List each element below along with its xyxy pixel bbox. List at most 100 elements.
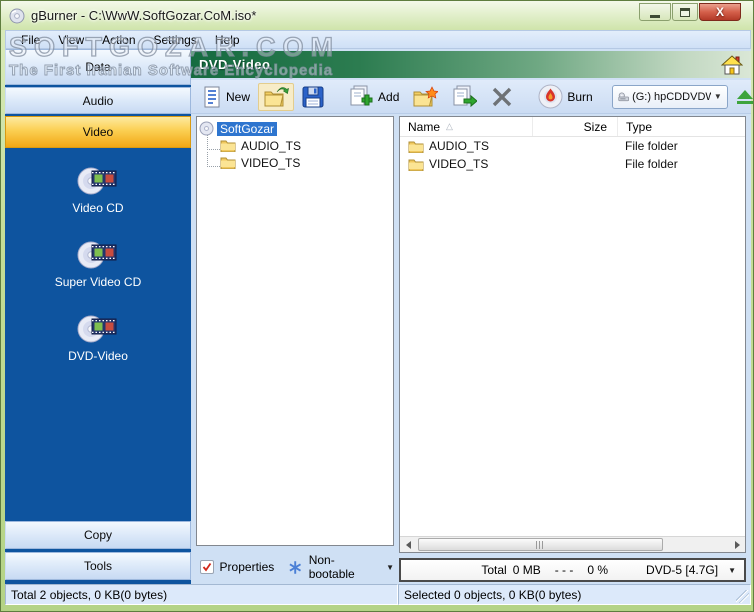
menu-file[interactable]: File: [12, 32, 49, 48]
new-folder-button[interactable]: [407, 83, 443, 111]
file-type: File folder: [625, 139, 678, 153]
column-header-name[interactable]: Name △: [400, 120, 532, 134]
folder-icon: [220, 140, 236, 152]
horizontal-scrollbar[interactable]: [400, 536, 745, 552]
toolbar: New Add Burn (G:) hpCDDVDW ▼: [191, 80, 753, 114]
sidebar-item-copy[interactable]: Copy: [5, 521, 191, 549]
sidebar-tools-label: Tools: [83, 559, 112, 573]
compilation-tree: SoftGozar AUDIO_TS VIDEO_TS: [196, 116, 394, 546]
delete-button[interactable]: [485, 82, 519, 112]
tree-video-ts-label[interactable]: VIDEO_TS: [241, 156, 300, 170]
title-bar[interactable]: gBurner - C:\WwW.SoftGozar.CoM.iso* X: [1, 1, 753, 30]
menu-help[interactable]: Help: [206, 32, 249, 48]
home-icon: [721, 54, 743, 74]
properties-check-icon: [200, 560, 214, 574]
open-folder-icon: [264, 86, 289, 106]
properties-row: Properties Non-bootable ▼: [196, 552, 394, 582]
new-folder-icon: [413, 85, 439, 106]
status-total: Total 2 objects, 0 KB(0 bytes): [5, 584, 398, 605]
tree-audio-ts-label[interactable]: AUDIO_TS: [241, 139, 301, 153]
new-document-icon: [204, 86, 220, 107]
drive-icon: [618, 91, 629, 101]
tree-child-row[interactable]: VIDEO_TS: [199, 151, 391, 171]
file-row-video-ts[interactable]: VIDEO_TS File folder: [400, 155, 745, 173]
open-button[interactable]: [258, 82, 295, 111]
add-files-button[interactable]: Add: [343, 82, 404, 112]
column-header-type[interactable]: Type: [617, 117, 742, 136]
status-selected: Selected 0 objects, 0 KB(0 bytes): [398, 584, 751, 605]
drive-selector[interactable]: (G:) hpCDDVDW TS- ▼: [611, 84, 728, 109]
boot-mode-selector[interactable]: Non-bootable: [309, 553, 378, 581]
video-cd-icon: [77, 167, 117, 195]
new-button[interactable]: New: [197, 83, 255, 111]
tree-child-row[interactable]: AUDIO_TS: [199, 134, 391, 154]
main-panel: DVD-Video New Add Burn (G:) hpCDDVDW ▼ S…: [191, 49, 753, 584]
sidebar-item-audio[interactable]: Audio: [5, 87, 191, 114]
tree-connector: [207, 151, 220, 167]
burn-button-label: Burn: [567, 89, 593, 104]
sidebar-video-label: Video: [82, 125, 114, 139]
column-header-size[interactable]: Size: [532, 117, 617, 136]
sidebar-item-tools[interactable]: Tools: [5, 552, 191, 580]
properties-button[interactable]: Properties: [220, 560, 275, 574]
maximize-icon: [680, 7, 690, 17]
window-title: gBurner - C:\WwW.SoftGozar.CoM.iso*: [31, 8, 257, 23]
extract-button[interactable]: [446, 82, 482, 112]
scroll-right-button[interactable]: [729, 537, 745, 552]
file-row-audio-ts[interactable]: AUDIO_TS File folder: [400, 137, 745, 155]
disc-capacity-bar: Total 0 MB - - - 0 % DVD-5 [4.7G] ▼: [399, 558, 746, 582]
save-button[interactable]: [297, 83, 329, 111]
tree-root-label[interactable]: SoftGozar: [217, 121, 278, 136]
file-name: VIDEO_TS: [429, 157, 489, 171]
sidebar-copy-label: Copy: [83, 528, 112, 542]
add-files-icon: [350, 85, 373, 105]
status-bar: Total 2 objects, 0 KB(0 bytes) Selected …: [5, 584, 751, 605]
video-cd-item[interactable]: Video CD: [72, 164, 124, 215]
eject-icon-bar: [736, 100, 753, 104]
disc-type-value[interactable]: DVD-5 [4.7G]: [646, 563, 718, 577]
new-button-label: New: [226, 89, 251, 104]
sidebar-audio-label: Audio: [82, 93, 114, 108]
video-section-panel: Video CD Super Video CD DVD-Video: [5, 148, 191, 519]
total-label: Total: [481, 563, 507, 577]
non-bootable-icon: [289, 560, 302, 574]
menu-settings[interactable]: Settings: [145, 32, 206, 48]
tree-connector: [207, 134, 220, 150]
sidebar-item-data[interactable]: Data: [5, 49, 191, 85]
menu-view[interactable]: View: [49, 32, 93, 48]
file-type: File folder: [625, 157, 678, 171]
tree-root-row[interactable]: SoftGozar: [199, 120, 391, 137]
menu-action[interactable]: Action: [93, 32, 144, 48]
sidebar-item-video-selected[interactable]: Video: [5, 116, 191, 148]
drive-selector-value: (G:) hpCDDVDW TS-: [632, 90, 711, 103]
boot-dropdown-arrow-icon[interactable]: ▼: [386, 563, 394, 572]
folder-icon: [408, 141, 424, 153]
file-list: Name △ Size Type AUDIO_TS File folder VI…: [399, 116, 746, 553]
close-button[interactable]: X: [699, 3, 741, 21]
dvd-video-icon: [77, 315, 117, 343]
scroll-left-button[interactable]: [400, 537, 416, 552]
burn-icon: [538, 84, 563, 109]
extract-files-icon: [453, 85, 478, 107]
eject-button[interactable]: [736, 89, 753, 104]
app-cd-icon: [9, 8, 25, 23]
sort-ascending-icon: △: [446, 121, 453, 131]
maximize-button[interactable]: [672, 3, 698, 21]
sidebar: Data Audio Video Video CD Super Video CD…: [5, 49, 191, 584]
video-cd-label: Video CD: [72, 201, 124, 215]
menu-bar: File View Action Settings Help: [5, 30, 751, 49]
scrollbar-thumb[interactable]: [418, 538, 663, 551]
dvd-video-item[interactable]: DVD-Video: [68, 312, 128, 363]
resize-grip[interactable]: [736, 590, 749, 603]
burn-button[interactable]: Burn: [533, 81, 597, 112]
folder-icon: [408, 159, 424, 171]
home-button[interactable]: [721, 54, 743, 75]
minimize-icon: [650, 14, 660, 18]
disc-type-dropdown-arrow-icon[interactable]: ▼: [728, 566, 736, 575]
save-icon: [302, 86, 324, 107]
super-video-cd-item[interactable]: Super Video CD: [55, 238, 141, 289]
minimize-button[interactable]: [639, 3, 671, 21]
compilation-title: DVD-Video: [199, 57, 271, 72]
sidebar-data-label: Data: [85, 60, 111, 74]
add-button-label: Add: [378, 89, 400, 104]
